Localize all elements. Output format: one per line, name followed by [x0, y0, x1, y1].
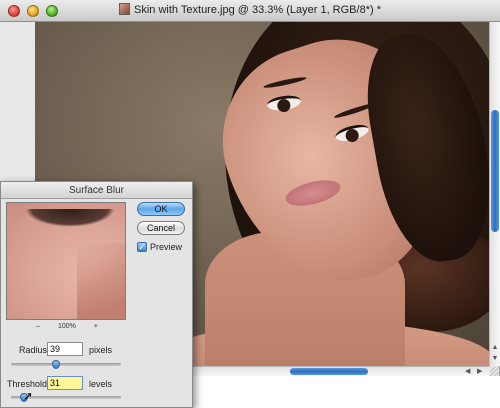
- zoom-level: 100%: [57, 323, 76, 330]
- dialog-title[interactable]: Surface Blur: [1, 182, 192, 199]
- scroll-right-arrow-icon[interactable]: ▶: [477, 367, 482, 376]
- preview-checkbox-row[interactable]: ✓ Preview: [137, 242, 182, 252]
- radius-input[interactable]: 39: [47, 342, 83, 356]
- vertical-scroll-thumb[interactable]: [491, 110, 499, 232]
- window-title-wrap: Skin with Texture.jpg @ 33.3% (Layer 1, …: [0, 3, 500, 16]
- threshold-unit: levels: [89, 379, 113, 389]
- radius-label: Radius:: [19, 345, 50, 355]
- ok-button[interactable]: OK: [137, 202, 185, 216]
- vertical-scrollbar[interactable]: ▲ ▼: [489, 22, 500, 366]
- preview-cheek-shade: [77, 243, 125, 319]
- surface-blur-dialog: Surface Blur – 100% + OK Cancel ✓ Previe…: [0, 181, 193, 408]
- filter-preview[interactable]: [6, 202, 126, 320]
- window-title: Skin with Texture.jpg @ 33.3% (Layer 1, …: [134, 4, 381, 16]
- threshold-input[interactable]: 31: [47, 376, 83, 390]
- preview-label: Preview: [150, 242, 183, 252]
- resize-grip-icon[interactable]: [490, 367, 500, 376]
- radius-slider[interactable]: [11, 360, 121, 369]
- radius-slider-thumb[interactable]: [52, 360, 61, 369]
- scroll-down-arrow-icon[interactable]: ▼: [491, 355, 499, 363]
- scroll-left-arrow-icon[interactable]: ◀: [465, 367, 470, 376]
- window-titlebar[interactable]: Skin with Texture.jpg @ 33.3% (Layer 1, …: [0, 0, 500, 22]
- zoom-out-button[interactable]: –: [36, 323, 40, 330]
- zoom-in-button[interactable]: +: [94, 323, 98, 330]
- preview-eyelashes: [25, 209, 115, 227]
- threshold-label: Threshold:: [7, 379, 50, 389]
- cancel-button[interactable]: Cancel: [137, 221, 185, 235]
- radius-unit: pixels: [89, 345, 113, 355]
- scroll-up-arrow-icon[interactable]: ▲: [491, 344, 499, 352]
- preview-zoom-controls: – 100% +: [36, 323, 98, 330]
- horizontal-scroll-thumb[interactable]: [290, 368, 368, 375]
- document-icon: [119, 3, 131, 15]
- preview-checkbox[interactable]: ✓: [137, 242, 147, 252]
- pointer-cursor-icon: ➚: [23, 389, 34, 403]
